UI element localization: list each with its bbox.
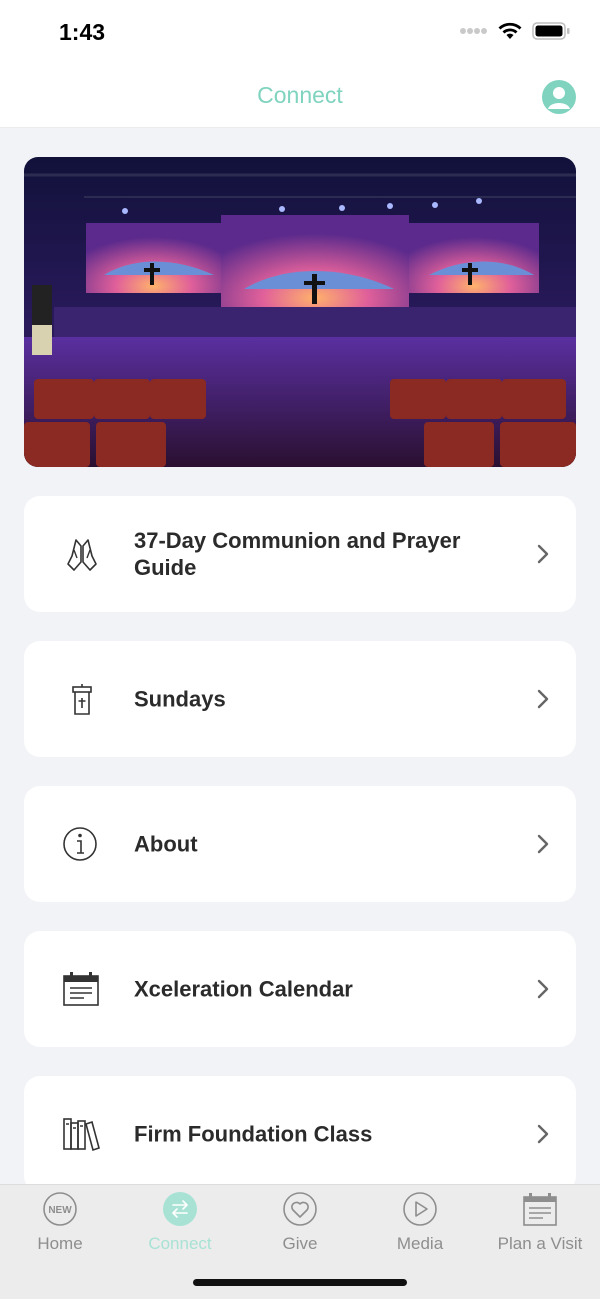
home-indicator [193, 1279, 407, 1286]
status-icons [460, 22, 570, 40]
tab-give[interactable]: Give [240, 1185, 360, 1265]
chevron-right-icon [537, 979, 549, 999]
user-icon [543, 81, 575, 113]
tab-label: Give [282, 1234, 318, 1253]
tab-label: Plan a Visit [497, 1234, 583, 1253]
menu-item-label: About [134, 831, 198, 857]
chevron-right-icon [537, 834, 549, 854]
tab-label: Connect [148, 1234, 212, 1253]
tab-label: Home [37, 1234, 83, 1253]
chevron-right-icon [537, 689, 549, 709]
praying-hands-icon [67, 539, 97, 571]
tab-media[interactable]: Media [360, 1185, 480, 1265]
tab-home[interactable]: NEW Home [0, 1185, 120, 1265]
menu-item-label: 37-Day Communion and Prayer Guide [134, 528, 461, 580]
calendar-icon [523, 1193, 557, 1226]
battery-icon [532, 22, 570, 40]
heart-icon [283, 1192, 317, 1226]
chevron-right-icon [537, 1124, 549, 1144]
menu-item-about[interactable]: About [24, 786, 576, 902]
menu-item-xceleration-calendar[interactable]: Xceleration Calendar [24, 931, 576, 1047]
wifi-icon [498, 22, 522, 39]
pulpit-icon [72, 684, 92, 715]
signal-dots-icon [460, 28, 487, 34]
new-badge-icon: NEW [43, 1192, 77, 1226]
play-icon [403, 1192, 437, 1226]
new-badge-text: NEW [48, 1205, 72, 1216]
menu-item-label: Sundays [134, 686, 226, 712]
hero-image[interactable] [24, 157, 576, 467]
connect-arrows-icon [163, 1192, 197, 1226]
church-stage-photo [24, 157, 576, 467]
books-icon [63, 1118, 100, 1152]
menu-item-sundays[interactable]: Sundays [24, 641, 576, 757]
profile-button[interactable] [542, 80, 576, 114]
tab-label: Media [396, 1234, 444, 1253]
nav-bar: Connect [0, 66, 600, 128]
info-icon [63, 827, 97, 861]
page-title: Connect [257, 82, 343, 108]
menu-item-label: Firm Foundation Class [134, 1121, 373, 1147]
chevron-right-icon [537, 544, 549, 564]
menu-item-label: Xceleration Calendar [134, 976, 353, 1002]
menu-item-firm-foundation-class[interactable]: Firm Foundation Class [24, 1076, 576, 1192]
tab-connect[interactable]: Connect [120, 1185, 240, 1265]
status-time: 1:43 [59, 19, 106, 45]
calendar-icon [63, 972, 99, 1006]
status-bar: 1:43 [0, 0, 600, 66]
tab-plan-a-visit[interactable]: Plan a Visit [480, 1185, 600, 1265]
menu-item-prayer-guide[interactable]: 37-Day Communion and Prayer Guide [24, 496, 576, 612]
